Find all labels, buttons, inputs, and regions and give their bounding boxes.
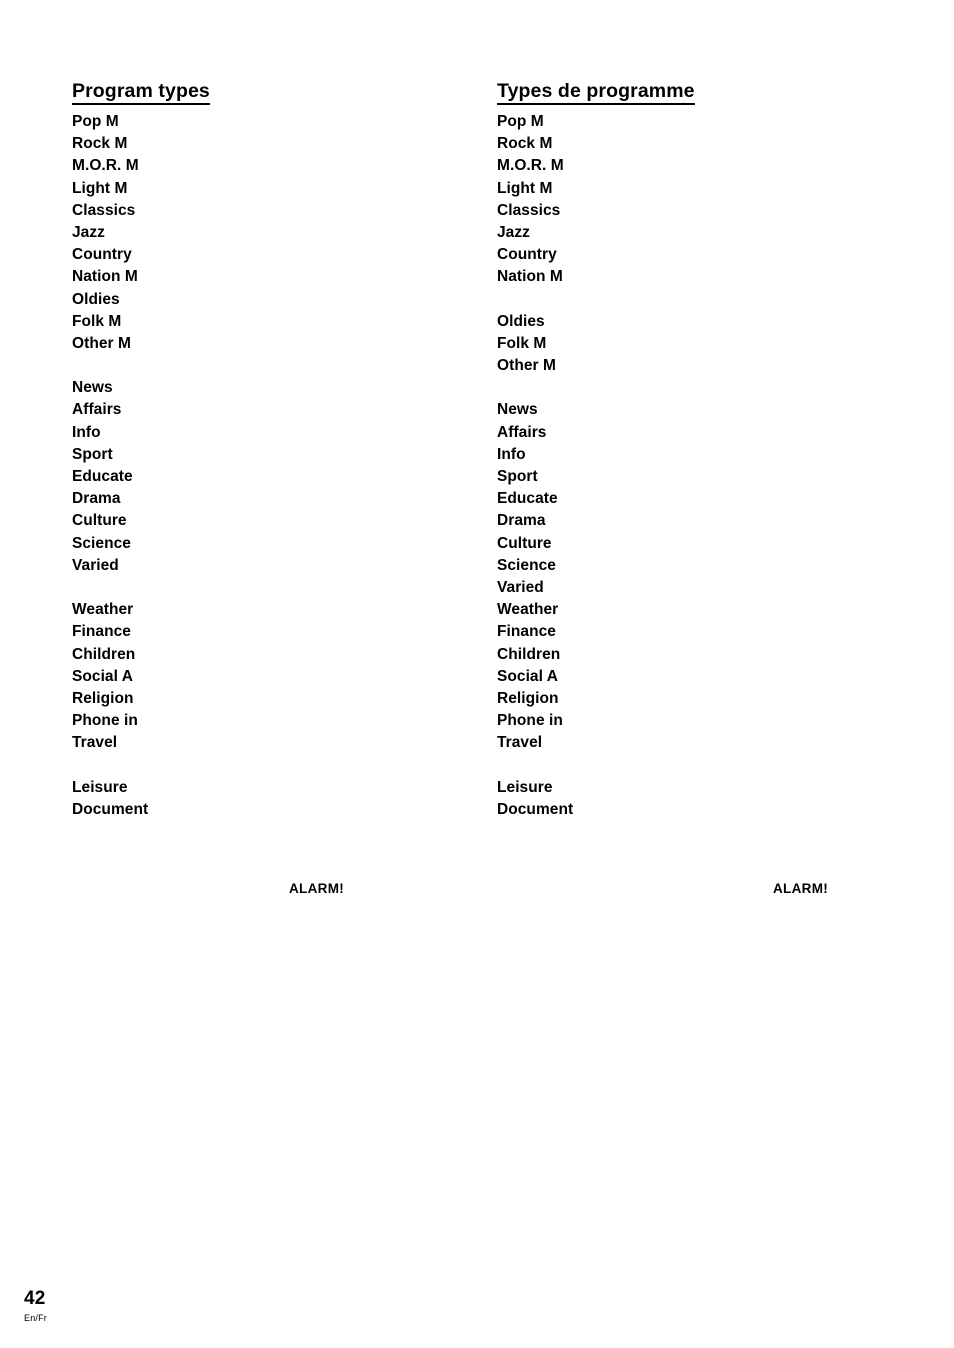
list-item: Science [497,556,556,574]
list-item: Folk M [497,334,547,352]
list-item: Oldies [497,312,545,330]
list-item: News [72,379,113,397]
list-item: Rock M [497,135,553,153]
list-spacer [72,355,210,377]
list-item: Culture [497,534,552,552]
list-item: News [497,401,538,419]
list-item: Religion [72,689,134,707]
list-item: Nation M [72,268,138,286]
list-item: Social A [497,667,558,685]
list-item: Light M [497,179,553,197]
list-item: Travel [497,734,543,752]
program-type-list-french: Pop M Rock M M.O.R. M Light M Classics Jazz Co… [497,111,695,821]
list-item: Educate [497,490,558,508]
alarm-label-french: ALARM! [773,881,829,896]
list-item: Country [497,246,557,264]
list-item: Phone in [72,712,138,730]
page-title-french: Types de programme [497,80,695,105]
program-types-column-english: Program types Pop M Rock M M.O.R. M Light M… [72,80,210,821]
list-item: Other M [72,334,131,352]
list-item: Drama [72,490,121,508]
list-item: Social A [72,667,133,685]
list-item: Weather [72,601,134,619]
manual-page: Program types Pop M Rock M M.O.R. M Light M… [0,0,954,1348]
list-item: Sport [497,468,538,485]
alarm-label-english: ALARM! [289,881,345,896]
list-item: Document [497,800,574,818]
list-item: Light M [72,179,128,197]
list-item: M.O.R. M [497,157,564,175]
list-spacer [72,754,210,776]
list-item: Other M [497,357,556,375]
page-language-code: En/Fr [24,1313,48,1323]
list-item: Religion [497,689,559,707]
list-item: Science [72,534,131,552]
list-item: M.O.R. M [72,157,139,175]
list-item: Finance [72,623,131,641]
list-item: Jazz [497,223,530,241]
list-item: Children [497,645,561,663]
list-item: Varied [72,556,119,574]
program-type-list-english: Pop M Rock M M.O.R. M Light M Classics Jazz Co… [72,111,210,821]
list-item: Sport [72,445,113,463]
list-item: Pop M [497,113,544,130]
list-item: Travel [72,734,118,752]
list-item: Culture [72,512,127,530]
list-item: Rock M [72,135,128,153]
list-spacer [72,577,210,599]
page-footer: 42 En/Fr [24,1288,47,1324]
list-item: Nation M [497,268,563,286]
list-item: Phone in [497,712,563,730]
list-item: Classics [72,201,136,219]
list-item: Document [72,800,149,818]
list-item: Weather [497,601,559,619]
list-item: Finance [497,623,556,641]
list-item: Drama [497,512,546,530]
list-item: Leisure [72,778,128,796]
list-item: Varied [497,578,544,596]
list-item: Info [72,423,101,441]
list-item: Educate [72,468,133,485]
list-item: Children [72,645,136,663]
program-types-column-french: Types de programme Pop M Rock M M.O.R. M Li… [497,80,695,821]
list-spacer [497,754,695,776]
list-item: Jazz [72,223,105,241]
list-item: Classics [497,201,561,219]
list-item: Pop M [72,113,119,130]
list-item: Folk M [72,312,122,330]
list-spacer [497,377,695,399]
page-number: 42 [24,1288,46,1309]
list-item: Oldies [72,290,120,308]
list-item: Info [497,445,526,463]
list-item: Affairs [72,401,122,419]
list-item: Leisure [497,778,553,796]
list-spacer [497,289,695,311]
list-item: Affairs [497,423,547,441]
page-title-english: Program types [72,80,210,105]
list-item: Country [72,246,132,264]
